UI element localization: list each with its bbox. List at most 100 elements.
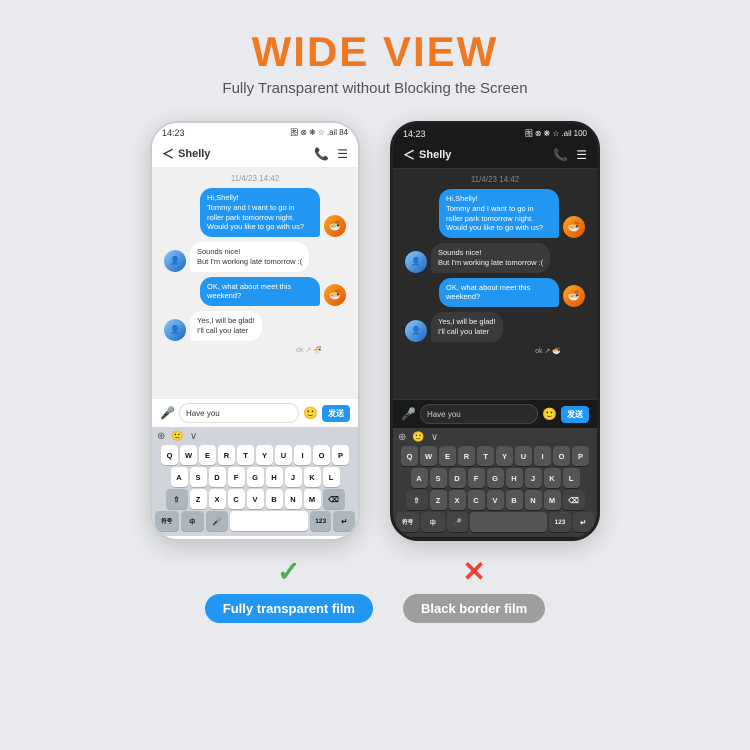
right-key-n[interactable]: N	[525, 490, 542, 510]
key-123[interactable]: 123	[310, 511, 332, 531]
right-kb-row1: Q W E R T Y U I O P	[396, 446, 594, 466]
right-key-l[interactable]: L	[563, 468, 580, 488]
key-h[interactable]: H	[266, 467, 283, 487]
right-back-arrow[interactable]: ＜	[403, 146, 415, 163]
key-j[interactable]: J	[285, 467, 302, 487]
key-x[interactable]: X	[209, 489, 226, 509]
right-key-backspace[interactable]: ⌫	[563, 490, 585, 510]
key-backspace[interactable]: ⌫	[323, 489, 345, 509]
emoji-icon[interactable]: 🙂	[303, 406, 318, 420]
left-chat-body: 11/4/23 14:42 Hi,Shelly!Tommy and I want…	[152, 168, 358, 398]
mic-icon[interactable]: 🎤	[160, 406, 175, 420]
right-key-q[interactable]: Q	[401, 446, 418, 466]
right-emoji-icon[interactable]: 🙂	[542, 407, 557, 421]
key-r[interactable]: R	[218, 445, 235, 465]
key-chinese[interactable]: 中	[181, 511, 205, 531]
menu-icon[interactable]: ☰	[337, 147, 348, 161]
key-f[interactable]: F	[228, 467, 245, 487]
x-mark-icon: ✕	[462, 555, 485, 588]
right-key-v[interactable]: V	[487, 490, 504, 510]
key-z[interactable]: Z	[190, 489, 207, 509]
right-msg-2: 👤 Sounds nice!But I'm working late tomor…	[401, 243, 589, 273]
key-b[interactable]: B	[266, 489, 283, 509]
right-input-field[interactable]: Have you	[420, 404, 538, 424]
right-key-mic-kb[interactable]: 🎤	[447, 512, 468, 532]
right-key-r[interactable]: R	[458, 446, 475, 466]
key-v[interactable]: V	[247, 489, 264, 509]
right-key-a[interactable]: A	[411, 468, 428, 488]
right-key-g[interactable]: G	[487, 468, 504, 488]
right-menu-icon[interactable]: ☰	[576, 148, 587, 162]
left-label-item: ✓ Fully transparent film	[205, 555, 373, 623]
right-key-k[interactable]: K	[544, 468, 561, 488]
kb-icon-down[interactable]: ∨	[190, 431, 197, 442]
right-key-w[interactable]: W	[420, 446, 437, 466]
phone-icon[interactable]: 📞	[314, 147, 329, 161]
right-key-i[interactable]: I	[534, 446, 551, 466]
right-key-j[interactable]: J	[525, 468, 542, 488]
right-phone-icon[interactable]: 📞	[553, 148, 568, 162]
key-enter[interactable]: ↵	[333, 511, 355, 531]
key-o[interactable]: O	[313, 445, 330, 465]
right-key-y[interactable]: Y	[496, 446, 513, 466]
main-subtitle: Fully Transparent without Blocking the S…	[222, 80, 527, 97]
key-w[interactable]: W	[180, 445, 197, 465]
right-status-icons: 图 ⊗ ❋ ☆ .ail 100	[525, 128, 587, 139]
right-key-chinese[interactable]: 中	[421, 512, 444, 532]
key-u[interactable]: U	[275, 445, 292, 465]
left-ok-line: ok ↗ 🍜	[160, 346, 350, 354]
key-mic-kb[interactable]: 🎤	[206, 511, 228, 531]
right-key-t[interactable]: T	[477, 446, 494, 466]
key-q[interactable]: Q	[161, 445, 178, 465]
right-key-u[interactable]: U	[515, 446, 532, 466]
right-key-enter[interactable]: ↵	[573, 512, 594, 532]
key-i[interactable]: I	[294, 445, 311, 465]
key-c[interactable]: C	[228, 489, 245, 509]
key-m[interactable]: M	[304, 489, 321, 509]
key-l[interactable]: L	[323, 467, 340, 487]
key-y[interactable]: Y	[256, 445, 273, 465]
right-key-f[interactable]: F	[468, 468, 485, 488]
right-msg-1: Hi,Shelly!Tommy and I want to go in roll…	[401, 189, 589, 238]
right-key-symbols[interactable]: 符号	[396, 512, 419, 532]
right-kb-icon-down[interactable]: ∨	[431, 432, 438, 443]
right-kb-row2: A S D F G H J K L	[396, 468, 594, 488]
right-key-s[interactable]: S	[430, 468, 447, 488]
right-key-h[interactable]: H	[506, 468, 523, 488]
right-key-m[interactable]: M	[544, 490, 561, 510]
right-key-123[interactable]: 123	[549, 512, 570, 532]
right-key-z[interactable]: Z	[430, 490, 447, 510]
key-t[interactable]: T	[237, 445, 254, 465]
right-send-button[interactable]: 发送	[561, 406, 589, 423]
right-key-e[interactable]: E	[439, 446, 456, 466]
left-send-button[interactable]: 发送	[322, 405, 350, 422]
key-e[interactable]: E	[199, 445, 216, 465]
key-space[interactable]	[230, 511, 308, 531]
key-d[interactable]: D	[209, 467, 226, 487]
right-key-b[interactable]: B	[506, 490, 523, 510]
key-n[interactable]: N	[285, 489, 302, 509]
kb-icon-1[interactable]: ⊕	[157, 431, 165, 442]
right-mic-icon[interactable]: 🎤	[401, 407, 416, 421]
right-key-space[interactable]	[470, 512, 548, 532]
right-key-c[interactable]: C	[468, 490, 485, 510]
right-key-o[interactable]: O	[553, 446, 570, 466]
right-key-p[interactable]: P	[572, 446, 589, 466]
left-msg-1: Hi,Shelly!Tommy and I want to go in roll…	[160, 188, 350, 237]
left-back-arrow[interactable]: ＜	[162, 145, 174, 162]
left-input-field[interactable]: Have you	[179, 403, 299, 423]
left-msg-2: 👤 Sounds nice!But I'm working late tomor…	[160, 242, 350, 272]
key-shift[interactable]: ⇧	[166, 489, 188, 509]
key-p[interactable]: P	[332, 445, 349, 465]
kb-icon-emoji[interactable]: 🙂	[171, 431, 183, 442]
key-a[interactable]: A	[171, 467, 188, 487]
key-symbols[interactable]: 符号	[155, 511, 179, 531]
right-key-d[interactable]: D	[449, 468, 466, 488]
right-key-x[interactable]: X	[449, 490, 466, 510]
key-k[interactable]: K	[304, 467, 321, 487]
right-kb-icon-emoji[interactable]: 🙂	[412, 432, 424, 443]
right-kb-icon-1[interactable]: ⊕	[398, 432, 406, 443]
right-key-shift[interactable]: ⇧	[406, 490, 428, 510]
key-s[interactable]: S	[190, 467, 207, 487]
key-g[interactable]: G	[247, 467, 264, 487]
